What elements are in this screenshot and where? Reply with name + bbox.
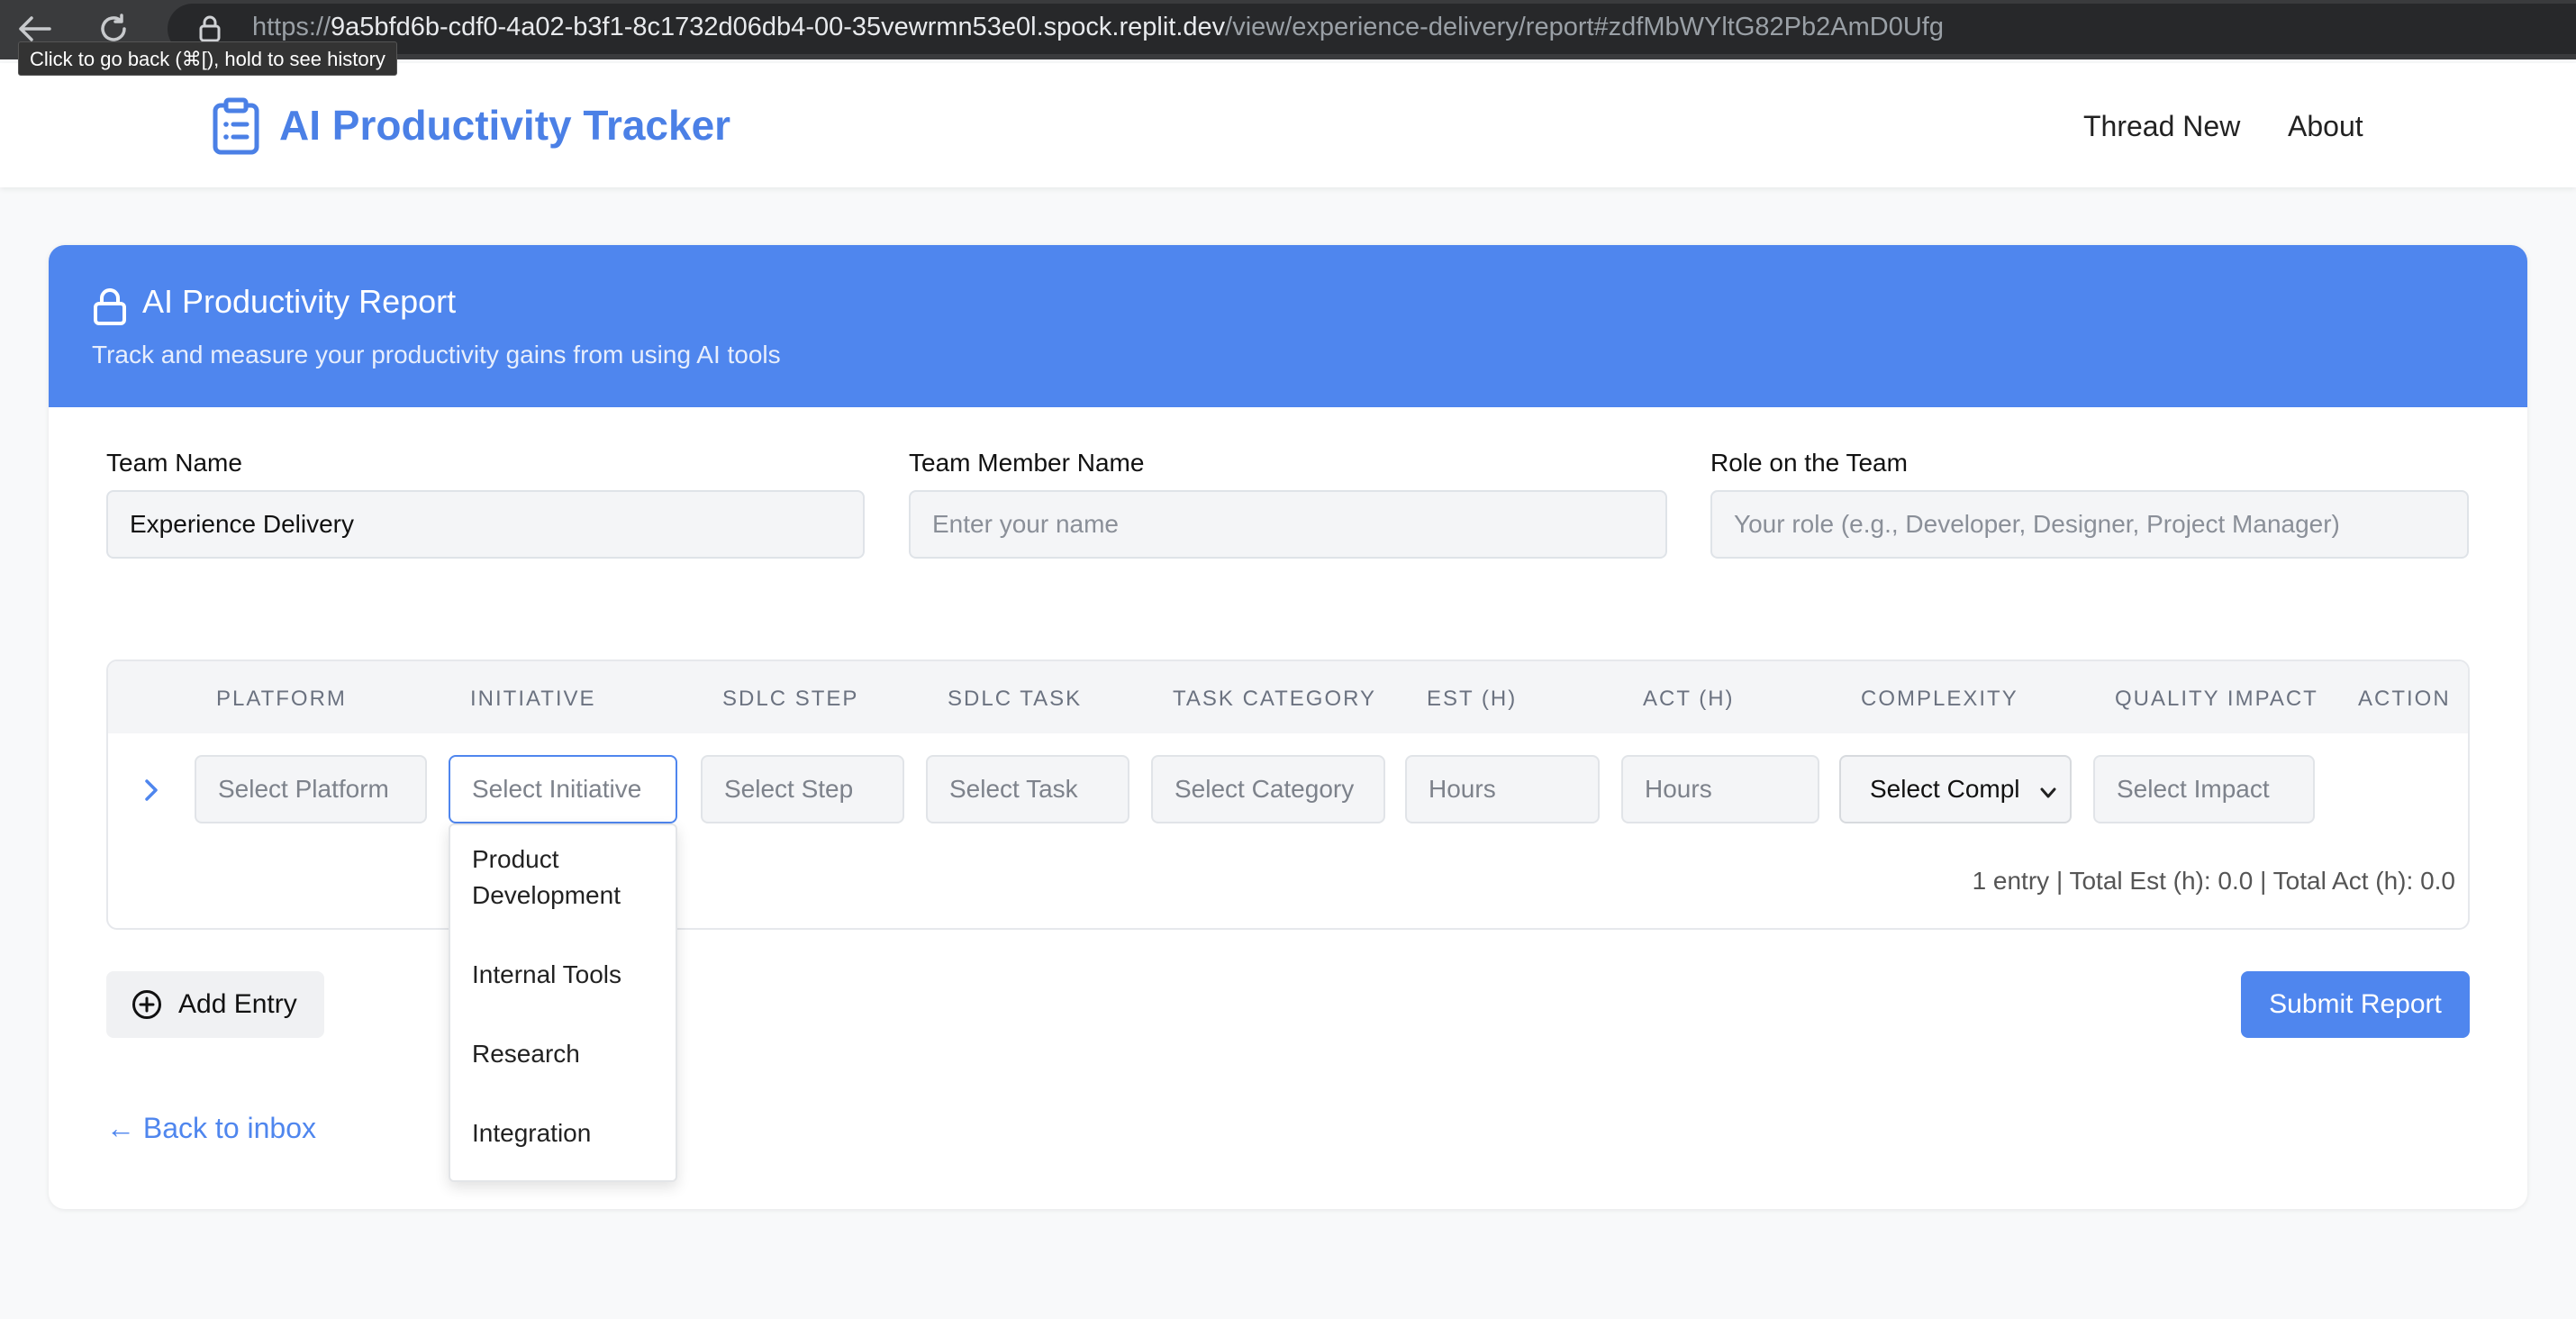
back-to-inbox-link[interactable]: ← Back to inbox xyxy=(106,1112,316,1145)
dropdown-option-internal-tools[interactable]: Internal Tools xyxy=(472,957,661,993)
url-scheme: https:// xyxy=(252,13,331,41)
column-header-initiative: INITIATIVE xyxy=(470,687,596,711)
team-name-label: Team Name xyxy=(106,449,242,477)
role-input[interactable] xyxy=(1710,490,2469,559)
initiative-dropdown-menu: Product Development Internal Tools Resea… xyxy=(449,823,677,1182)
dropdown-option-research[interactable]: Research xyxy=(472,1036,661,1072)
column-header-act: ACT (H) xyxy=(1643,687,1735,711)
report-card: AI Productivity Report Track and measure… xyxy=(49,245,2527,1209)
plus-circle-icon xyxy=(132,989,162,1020)
nav-thread-new[interactable]: Thread New xyxy=(2083,110,2240,143)
initiative-select[interactable] xyxy=(449,755,677,823)
sdlc-task-select[interactable] xyxy=(926,755,1129,823)
column-header-action: ACTION xyxy=(2358,687,2451,711)
app-header: AI Productivity Tracker Thread New About xyxy=(0,63,2576,187)
report-subtitle: Track and measure your productivity gain… xyxy=(92,341,781,368)
expand-row-chevron-icon[interactable] xyxy=(141,777,162,804)
column-header-complexity: COMPLEXITY xyxy=(1861,687,2018,711)
column-header-platform: PLATFORM xyxy=(216,687,347,711)
column-header-quality-impact: QUALITY IMPACT xyxy=(2115,687,2318,711)
lock-icon[interactable] xyxy=(196,14,223,43)
url-path: /view/experience-delivery/report#zdfMbWY… xyxy=(1225,13,1944,41)
column-header-sdlc-step: SDLC STEP xyxy=(722,687,859,711)
add-entry-label: Add Entry xyxy=(178,989,297,1019)
report-title: AI Productivity Report xyxy=(142,283,457,320)
url-text[interactable]: https://9a5bfd6b-cdf0-4a02-b3f1-8c1732d0… xyxy=(252,13,1944,42)
submit-report-button[interactable]: Submit Report xyxy=(2241,971,2470,1038)
lock-icon xyxy=(92,287,128,326)
clipboard-icon xyxy=(211,97,261,155)
task-category-select[interactable] xyxy=(1151,755,1385,823)
member-name-input[interactable] xyxy=(909,490,1667,559)
column-header-est: EST (H) xyxy=(1427,687,1518,711)
url-host: 9a5bfd6b-cdf0-4a02-b3f1-8c1732d06db4-00-… xyxy=(331,13,1226,41)
add-entry-button[interactable]: Add Entry xyxy=(106,971,324,1038)
team-name-input[interactable] xyxy=(106,490,865,559)
est-hours-input[interactable] xyxy=(1405,755,1600,823)
app-title[interactable]: AI Productivity Tracker xyxy=(279,101,730,150)
member-name-label: Team Member Name xyxy=(909,449,1145,477)
quality-impact-select[interactable] xyxy=(2093,755,2315,823)
role-label: Role on the Team xyxy=(1710,449,1908,477)
chevron-down-icon xyxy=(2039,780,2057,800)
dropdown-option-product-development[interactable]: Product Development xyxy=(472,841,661,914)
act-hours-input[interactable] xyxy=(1621,755,1819,823)
platform-select[interactable] xyxy=(195,755,427,823)
column-header-task-category: TASK CATEGORY xyxy=(1173,687,1377,711)
dropdown-option-integration[interactable]: Integration xyxy=(472,1115,661,1151)
table-header: PLATFORM INITIATIVE SDLC STEP SDLC TASK … xyxy=(108,661,2468,733)
sdlc-step-select[interactable] xyxy=(701,755,904,823)
entries-summary: 1 entry | Total Est (h): 0.0 | Total Act… xyxy=(1972,867,2455,895)
complexity-select-value: Select Compl xyxy=(1870,775,2020,803)
nav-about[interactable]: About xyxy=(2288,110,2363,143)
column-header-sdlc-task: SDLC TASK xyxy=(948,687,1083,711)
complexity-select[interactable]: Select Compl xyxy=(1839,755,2072,823)
report-card-header: AI Productivity Report Track and measure… xyxy=(49,245,2527,407)
back-tooltip: Click to go back (⌘[), hold to see histo… xyxy=(18,41,397,76)
